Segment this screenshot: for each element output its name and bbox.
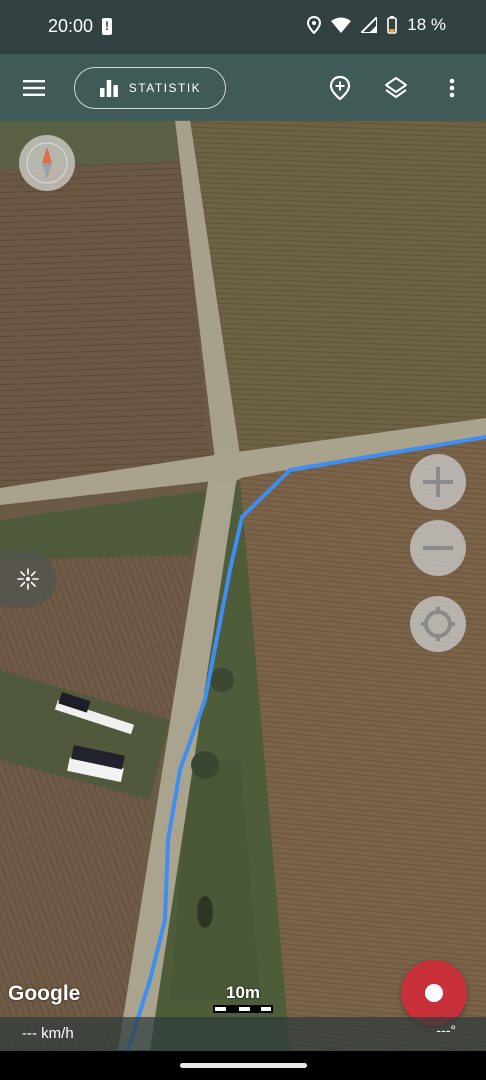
home-handle[interactable] (180, 1063, 307, 1068)
overflow-menu-button[interactable] (436, 72, 468, 104)
map-attribution: Google (8, 982, 81, 1005)
my-location-button[interactable] (410, 596, 466, 652)
statistics-label: STATISTIK (128, 81, 202, 95)
map-scale: 10m (212, 983, 274, 1013)
compass-button[interactable] (19, 135, 75, 191)
record-icon (425, 984, 443, 1002)
compass-icon (26, 142, 68, 184)
scale-bar (213, 1005, 273, 1013)
side-panel-tab[interactable] (0, 551, 56, 607)
layers-button[interactable] (380, 72, 412, 104)
zoom-out-button[interactable] (410, 520, 466, 576)
wifi-icon (331, 17, 352, 33)
signal-icon (361, 17, 378, 33)
bar-chart-icon (99, 80, 118, 97)
scale-label: 10m (225, 983, 261, 1002)
heading-readout: ---° (436, 1022, 456, 1038)
battery-icon (387, 16, 398, 34)
plus-icon (423, 467, 453, 497)
alert-icon: ! (102, 18, 112, 35)
battery-percent: 18 % (407, 15, 446, 34)
system-navigation-bar (0, 1051, 486, 1080)
minus-icon (423, 546, 453, 550)
zoom-in-button[interactable] (410, 454, 466, 510)
location-icon (307, 16, 322, 34)
menu-button[interactable] (18, 72, 50, 104)
layers-icon (385, 77, 407, 98)
speed-readout: --- km/h (22, 1025, 74, 1042)
status-bar: 20:00 ! 18 % (0, 0, 486, 54)
more-vert-icon (449, 78, 455, 98)
sun-icon (17, 568, 39, 590)
bottom-info-bar: --- km/h ---° (0, 1017, 486, 1051)
add-marker-button[interactable] (324, 72, 356, 104)
status-icons: 18 % (307, 15, 446, 35)
my-location-icon (421, 607, 455, 641)
top-toolbar: STATISTIK (0, 54, 486, 121)
status-time: 20:00 (48, 16, 94, 36)
statistics-button[interactable]: STATISTIK (74, 67, 226, 109)
add-location-icon (329, 75, 351, 101)
menu-icon (23, 80, 45, 96)
